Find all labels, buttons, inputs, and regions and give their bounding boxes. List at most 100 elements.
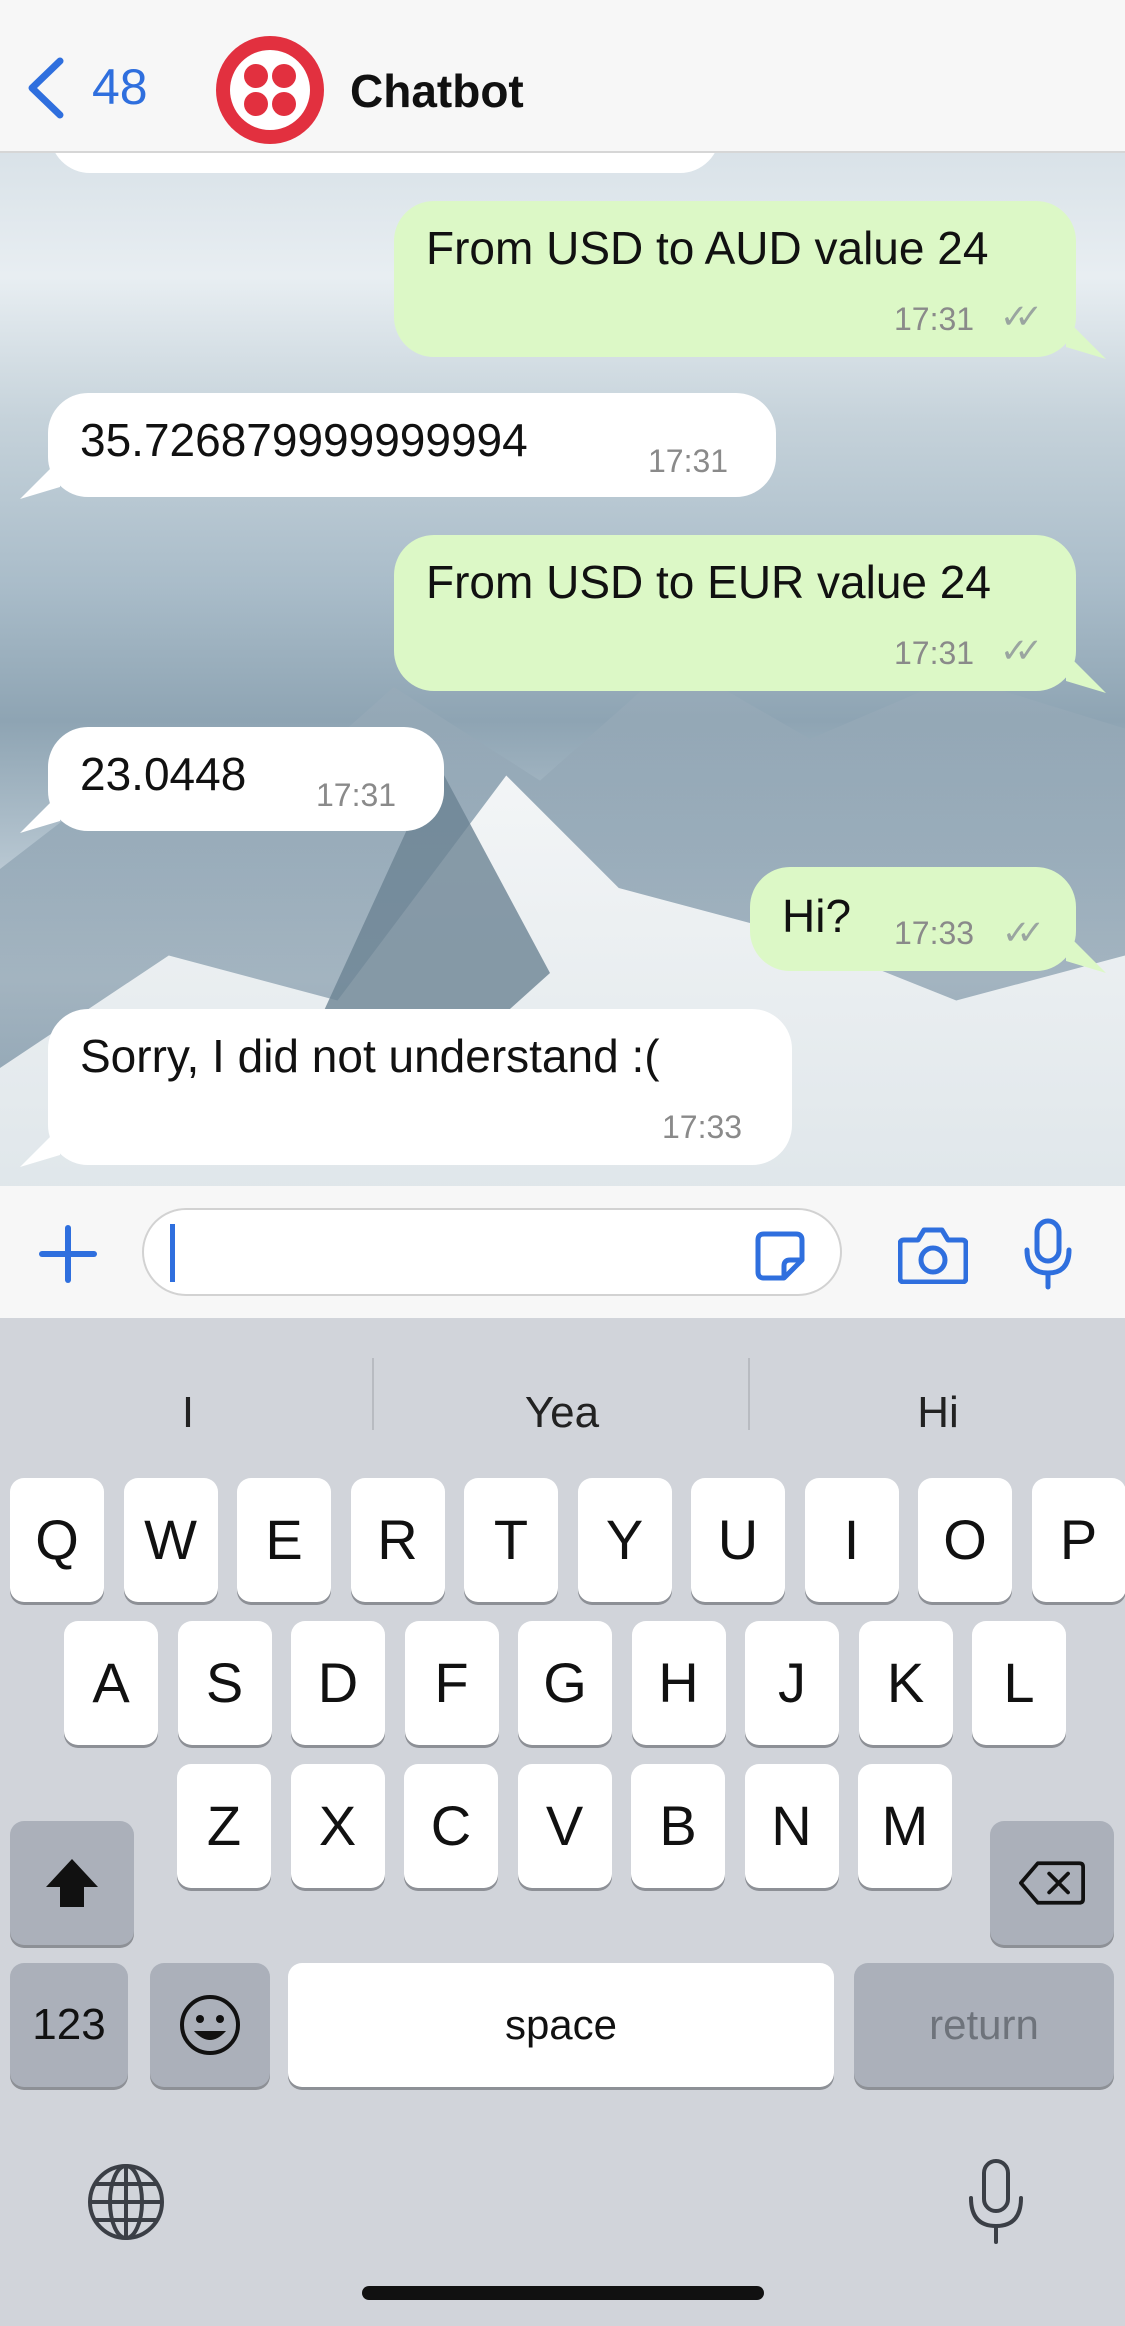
key-u[interactable]: U <box>691 1478 785 1602</box>
key-label: R <box>377 1508 418 1571</box>
message-bubble-incoming[interactable]: 35.726879999999994 17:31 <box>48 393 776 497</box>
key-d[interactable]: D <box>291 1621 385 1745</box>
backspace-icon <box>1019 1861 1085 1905</box>
key-label: B <box>659 1794 697 1857</box>
key-label: X <box>318 1794 357 1857</box>
message-text: Hi? <box>782 890 852 942</box>
key-label: K <box>886 1651 925 1714</box>
key-label: Z <box>206 1794 242 1857</box>
suggestion-3[interactable]: Hi <box>788 1388 1088 1438</box>
message-time: 17:31 <box>316 777 397 813</box>
message-time: 17:31 <box>894 635 975 671</box>
key-p[interactable]: P <box>1031 1478 1125 1602</box>
space-key-label: space <box>504 2001 618 2048</box>
key-l[interactable]: L <box>972 1621 1066 1745</box>
plus-icon[interactable] <box>38 1224 98 1284</box>
key-i[interactable]: I <box>804 1478 899 1602</box>
message-bubble-incoming[interactable]: Sorry, I did not understand :( 17:33 <box>48 1009 792 1165</box>
key-c[interactable]: C <box>404 1764 498 1888</box>
key-label: E <box>265 1508 303 1571</box>
read-ticks-icon: ✓✓ <box>1000 298 1043 336</box>
key-g[interactable]: G <box>518 1621 612 1745</box>
message-time: 17:31 <box>648 443 729 479</box>
key-y[interactable]: Y <box>577 1478 672 1602</box>
text-caret <box>170 1224 175 1282</box>
back-count[interactable]: 48 <box>92 58 148 116</box>
key-r[interactable]: R <box>350 1478 445 1602</box>
home-indicator[interactable] <box>362 2286 764 2300</box>
key-label: C <box>430 1794 472 1857</box>
microphone-icon[interactable] <box>1022 1218 1074 1290</box>
message-bubble-incoming[interactable]: 23.0448 17:31 <box>48 727 444 831</box>
message-bubble-outgoing[interactable]: From USD to EUR value 24 17:31 ✓✓ <box>394 535 1076 691</box>
suggestion-divider <box>372 1358 374 1430</box>
key-b[interactable]: B <box>631 1764 725 1888</box>
bubble-tail <box>20 793 60 833</box>
key-k[interactable]: K <box>858 1621 953 1745</box>
bubble-tail <box>1066 653 1106 693</box>
suggestion-1[interactable]: I <box>38 1388 338 1438</box>
chat-area[interactable]: From USD to AUD value 24 17:31 ✓✓ 35.726… <box>0 153 1125 1186</box>
emoji-key[interactable] <box>150 1963 270 2087</box>
chat-header: 48 Chatbot <box>0 0 1125 153</box>
numbers-key[interactable]: 123 <box>10 1963 128 2087</box>
chevron-left-icon[interactable] <box>22 55 72 121</box>
avatar[interactable] <box>216 36 324 144</box>
key-j[interactable]: J <box>745 1621 839 1745</box>
key-e[interactable]: E <box>237 1478 331 1602</box>
message-text: 35.726879999999994 <box>80 414 528 466</box>
key-label: P <box>1059 1508 1098 1571</box>
key-v[interactable]: V <box>517 1764 612 1888</box>
key-w[interactable]: W <box>123 1478 218 1602</box>
numbers-key-label: 123 <box>32 2000 106 2049</box>
shift-icon <box>46 1859 98 1907</box>
space-key[interactable]: space <box>288 1963 834 2087</box>
dictation-icon[interactable] <box>966 2158 1026 2246</box>
return-key[interactable]: return <box>854 1963 1114 2087</box>
message-text: Sorry, I did not understand :( <box>80 1030 660 1082</box>
bubble-tail <box>1066 319 1106 359</box>
key-label: A <box>92 1651 130 1714</box>
read-ticks-icon: ✓✓ <box>1002 914 1045 952</box>
key-z[interactable]: Z <box>177 1764 271 1888</box>
message-input[interactable] <box>142 1208 842 1296</box>
composer-bar <box>0 1186 1125 1318</box>
bubble-tail <box>20 459 60 499</box>
message-time: 17:33 <box>662 1109 743 1145</box>
key-s[interactable]: S <box>177 1621 272 1745</box>
sticker-icon[interactable] <box>754 1230 806 1282</box>
message-bubble-partial <box>50 153 720 173</box>
key-label: O <box>943 1508 987 1571</box>
key-n[interactable]: N <box>744 1764 839 1888</box>
message-bubble-outgoing[interactable]: From USD to AUD value 24 17:31 ✓✓ <box>394 201 1076 357</box>
message-bubble-outgoing[interactable]: Hi? 17:33 ✓✓ <box>750 867 1076 971</box>
camera-icon[interactable] <box>898 1226 968 1284</box>
key-h[interactable]: H <box>631 1621 726 1745</box>
keyboard: I Yea Hi QWERTYUIOPASDFGHJKLZXCVBNM 123 … <box>0 1318 1125 2326</box>
key-x[interactable]: X <box>290 1764 385 1888</box>
globe-icon[interactable] <box>86 2162 166 2242</box>
key-label: W <box>144 1508 197 1571</box>
key-m[interactable]: M <box>858 1764 952 1888</box>
key-label: S <box>205 1651 244 1714</box>
delete-key[interactable] <box>990 1821 1114 1945</box>
message-text: 23.0448 <box>80 748 247 800</box>
key-label: Q <box>35 1508 79 1571</box>
message-text: From USD to AUD value 24 <box>426 222 989 274</box>
key-label: Y <box>605 1508 644 1571</box>
key-t[interactable]: T <box>464 1478 558 1602</box>
key-label: F <box>434 1651 469 1714</box>
key-o[interactable]: O <box>918 1478 1012 1602</box>
key-label: J <box>778 1651 806 1714</box>
key-label: M <box>881 1794 929 1857</box>
key-label: I <box>843 1508 860 1571</box>
chat-title[interactable]: Chatbot <box>350 64 524 118</box>
message-text: From USD to EUR value 24 <box>426 556 991 608</box>
message-time: 17:31 <box>894 301 975 337</box>
key-q[interactable]: Q <box>10 1478 104 1602</box>
suggestion-divider <box>748 1358 750 1430</box>
key-a[interactable]: A <box>64 1621 158 1745</box>
key-f[interactable]: F <box>404 1621 499 1745</box>
suggestion-2[interactable]: Yea <box>412 1388 712 1438</box>
shift-key[interactable] <box>10 1821 134 1945</box>
